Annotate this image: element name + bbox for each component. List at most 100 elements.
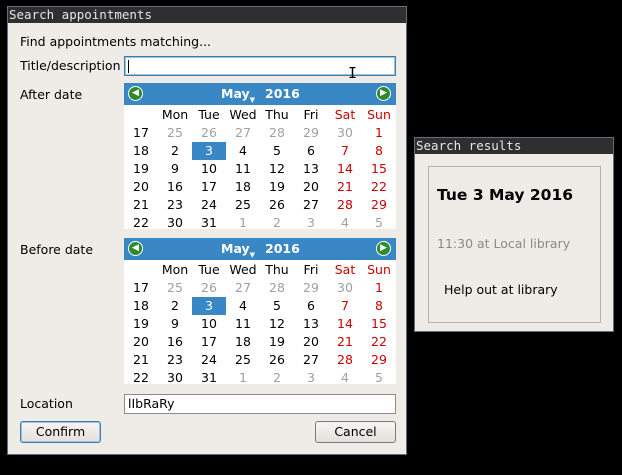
calendar-day[interactable]: 27 — [226, 279, 260, 297]
calendar-day[interactable]: 5 — [260, 297, 294, 315]
calendar-day[interactable]: 10 — [192, 160, 226, 178]
calendar-day[interactable]: 21 — [328, 178, 362, 196]
calendar-day[interactable]: 29 — [294, 279, 328, 297]
calendar-day[interactable]: 26 — [260, 351, 294, 369]
result-item[interactable]: Tue 3 May 2016 11:30 at Local library He… — [428, 166, 601, 323]
calendar-day[interactable]: 11 — [226, 315, 260, 333]
calendar-day[interactable]: 27 — [294, 196, 328, 214]
next-month-icon[interactable]: ▶ — [376, 86, 391, 101]
calendar-day[interactable]: 13 — [294, 160, 328, 178]
before-date-calendar[interactable]: ◀ May▼ 2016 ▶ Mon Tue Wed Thu Fri Sat Sun 17 25 2… — [124, 238, 396, 387]
calendar-day[interactable]: 30 — [328, 279, 362, 297]
calendar-day[interactable]: 14 — [328, 160, 362, 178]
calendar-day[interactable]: 20 — [294, 178, 328, 196]
calendar-day[interactable]: 1 — [362, 124, 396, 142]
calendar-day[interactable]: 25 — [158, 124, 192, 142]
calendar-day[interactable]: 30 — [158, 214, 192, 232]
calendar-day[interactable]: 5 — [260, 142, 294, 160]
calendar-day[interactable]: 2 — [260, 369, 294, 387]
calendar-day[interactable]: 9 — [158, 315, 192, 333]
calendar-day[interactable]: 31 — [192, 214, 226, 232]
calendar-day[interactable]: 12 — [260, 315, 294, 333]
calendar-day[interactable]: 4 — [328, 369, 362, 387]
calendar-day[interactable]: 25 — [226, 196, 260, 214]
calendar-day[interactable]: 23 — [158, 351, 192, 369]
window-title[interactable]: Search appointments — [8, 7, 406, 23]
calendar-day[interactable]: 31 — [192, 369, 226, 387]
prev-month-icon[interactable]: ◀ — [128, 86, 143, 101]
calendar-day[interactable]: 6 — [294, 142, 328, 160]
calendar-day[interactable]: 15 — [362, 160, 396, 178]
calendar-day[interactable]: 25 — [158, 279, 192, 297]
calendar-day[interactable]: 2 — [260, 214, 294, 232]
calendar-day[interactable]: 22 — [362, 333, 396, 351]
calendar-day[interactable]: 24 — [192, 196, 226, 214]
calendar-day[interactable]: 10 — [192, 315, 226, 333]
calendar-day[interactable]: 5 — [362, 369, 396, 387]
calendar-day[interactable]: 1 — [362, 279, 396, 297]
calendar-day[interactable]: 27 — [226, 124, 260, 142]
year-label[interactable]: 2016 — [265, 241, 300, 256]
calendar-day[interactable]: 3 — [294, 369, 328, 387]
calendar-day[interactable]: 24 — [192, 351, 226, 369]
calendar-day[interactable]: 30 — [328, 124, 362, 142]
calendar-day[interactable]: 16 — [158, 178, 192, 196]
calendar-day[interactable]: 8 — [362, 297, 396, 315]
calendar-day[interactable]: 1 — [226, 369, 260, 387]
calendar-day[interactable]: 4 — [226, 297, 260, 315]
calendar-day[interactable]: 11 — [226, 160, 260, 178]
calendar-day[interactable]: 14 — [328, 315, 362, 333]
calendar-day[interactable]: 29 — [362, 196, 396, 214]
calendar-day[interactable]: 2 — [158, 142, 192, 160]
calendar-day[interactable]: 15 — [362, 315, 396, 333]
calendar-day[interactable]: 8 — [362, 142, 396, 160]
month-selector[interactable]: May▼ — [221, 241, 255, 259]
calendar-day[interactable]: 3 — [192, 142, 226, 160]
window-title[interactable]: Search results — [415, 138, 613, 154]
calendar-day[interactable]: 17 — [192, 178, 226, 196]
calendar-day[interactable]: 7 — [328, 142, 362, 160]
calendar-day[interactable]: 30 — [158, 369, 192, 387]
calendar-day[interactable]: 23 — [158, 196, 192, 214]
calendar-day[interactable]: 5 — [362, 214, 396, 232]
calendar-day[interactable]: 20 — [294, 333, 328, 351]
calendar-day[interactable]: 19 — [260, 333, 294, 351]
calendar-day[interactable]: 4 — [226, 142, 260, 160]
calendar-day[interactable]: 26 — [192, 124, 226, 142]
calendar-day[interactable]: 28 — [260, 279, 294, 297]
calendar-day[interactable]: 7 — [328, 297, 362, 315]
calendar-day[interactable]: 19 — [260, 178, 294, 196]
after-date-calendar[interactable]: ◀ May▼ 2016 ▶ Mon Tue Wed Thu Fri Sat Sun 17 25 2… — [124, 83, 396, 232]
calendar-day[interactable]: 3 — [294, 214, 328, 232]
calendar-day[interactable]: 4 — [328, 214, 362, 232]
location-input[interactable]: lIbRaRy — [124, 394, 396, 414]
calendar-day[interactable]: 1 — [226, 214, 260, 232]
calendar-day[interactable]: 3 — [192, 297, 226, 315]
calendar-day[interactable]: 25 — [226, 351, 260, 369]
year-label[interactable]: 2016 — [265, 86, 300, 101]
calendar-day[interactable]: 16 — [158, 333, 192, 351]
month-selector[interactable]: May▼ — [221, 86, 255, 104]
calendar-day[interactable]: 12 — [260, 160, 294, 178]
calendar-day[interactable]: 18 — [226, 333, 260, 351]
calendar-day[interactable]: 26 — [192, 279, 226, 297]
calendar-day[interactable]: 27 — [294, 351, 328, 369]
prev-month-icon[interactable]: ◀ — [128, 241, 143, 256]
calendar-day[interactable]: 21 — [328, 333, 362, 351]
calendar-day[interactable]: 18 — [226, 178, 260, 196]
calendar-day[interactable]: 13 — [294, 315, 328, 333]
calendar-day[interactable]: 17 — [192, 333, 226, 351]
calendar-day[interactable]: 28 — [328, 351, 362, 369]
calendar-day[interactable]: 6 — [294, 297, 328, 315]
calendar-day[interactable]: 28 — [328, 196, 362, 214]
calendar-day[interactable]: 9 — [158, 160, 192, 178]
next-month-icon[interactable]: ▶ — [376, 241, 391, 256]
calendar-day[interactable]: 22 — [362, 178, 396, 196]
calendar-day[interactable]: 28 — [260, 124, 294, 142]
confirm-button[interactable]: Confirm — [20, 421, 101, 443]
calendar-day[interactable]: 26 — [260, 196, 294, 214]
calendar-day[interactable]: 2 — [158, 297, 192, 315]
calendar-day[interactable]: 29 — [362, 351, 396, 369]
calendar-day[interactable]: 29 — [294, 124, 328, 142]
cancel-button[interactable]: Cancel — [315, 421, 396, 443]
